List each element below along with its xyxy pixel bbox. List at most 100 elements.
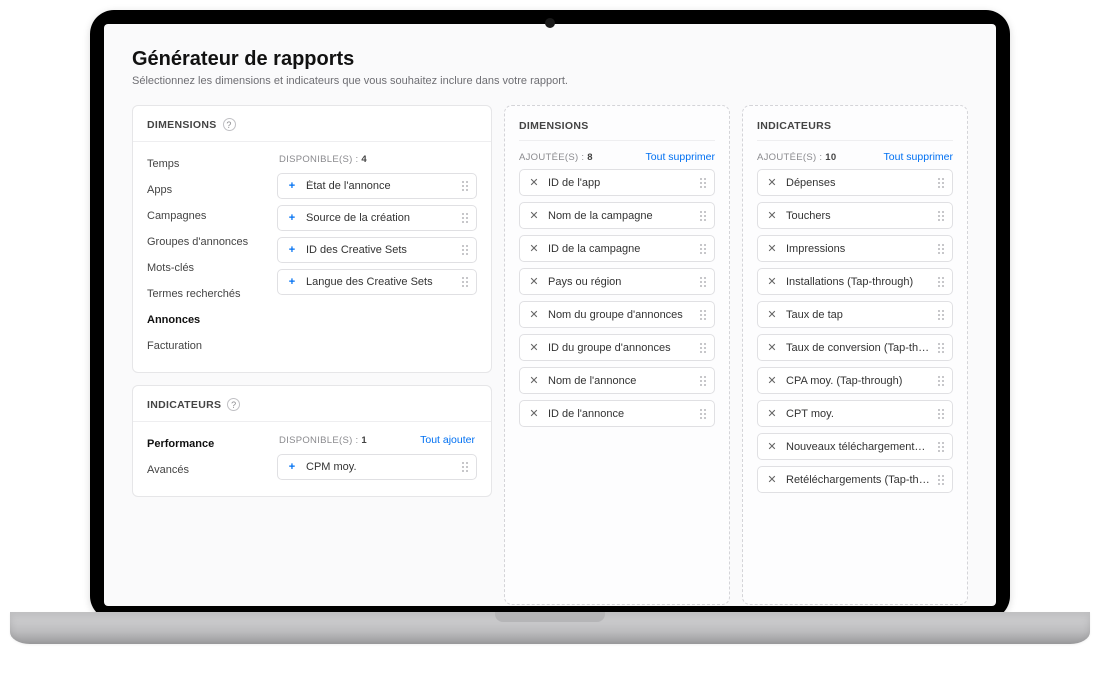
drag-handle-icon[interactable] <box>938 475 944 485</box>
indicators-category-list: PerformanceAvancés <box>147 432 267 482</box>
close-icon[interactable]: ✕ <box>766 176 778 189</box>
added-dimension-chip[interactable]: ✕ Pays ou région <box>519 268 715 295</box>
indicators-drop-title: INDICATEURS <box>757 116 953 141</box>
dimension-category-item[interactable]: Apps <box>147 178 267 202</box>
drag-handle-icon[interactable] <box>938 178 944 188</box>
drag-handle-icon[interactable] <box>938 244 944 254</box>
drag-handle-icon[interactable] <box>700 409 706 419</box>
close-icon[interactable]: ✕ <box>766 209 778 222</box>
chip-label: CPA moy. (Tap-through) <box>786 375 930 387</box>
remove-all-indicators-link[interactable]: Tout supprimer <box>884 151 953 163</box>
dimension-category-item[interactable]: Groupes d'annonces <box>147 230 267 254</box>
close-icon[interactable]: ✕ <box>528 341 540 354</box>
added-indicator-chip[interactable]: ✕Taux de tap <box>757 301 953 328</box>
available-dimension-chip[interactable]: +Langue des Creative Sets <box>277 269 477 295</box>
added-dimension-chip[interactable]: ✕ID de l'app <box>519 169 715 196</box>
main-columns: DIMENSIONS ? TempsAppsCampagnesGroupes d… <box>132 105 968 605</box>
drag-handle-icon[interactable] <box>700 244 706 254</box>
drag-handle-icon[interactable] <box>938 442 944 452</box>
drag-handle-icon[interactable] <box>462 181 468 191</box>
indicators-panel: INDICATEURS ? PerformanceAvancés DISPONI… <box>132 385 492 497</box>
chip-label: CPT moy. <box>786 408 930 420</box>
laptop-mockup: Générateur de rapports Sélectionnez les … <box>0 0 1100 700</box>
dimensions-drop-zone[interactable]: DIMENSIONS AJOUTÉE(S) : 8 Tout supprimer… <box>504 105 730 605</box>
close-icon[interactable]: ✕ <box>528 308 540 321</box>
chip-label: Pays ou région <box>548 276 692 288</box>
help-icon[interactable]: ? <box>227 398 240 411</box>
added-indicator-chip[interactable]: ✕Touchers <box>757 202 953 229</box>
drag-handle-icon[interactable] <box>462 277 468 287</box>
drag-handle-icon[interactable] <box>462 462 468 472</box>
added-dimension-chip[interactable]: ✕ Nom de la campagne <box>519 202 715 229</box>
drag-handle-icon[interactable] <box>700 310 706 320</box>
drag-handle-icon[interactable] <box>938 409 944 419</box>
close-icon[interactable]: ✕ <box>528 275 540 288</box>
dimension-category-item[interactable]: Annonces <box>147 308 267 332</box>
drag-handle-icon[interactable] <box>462 245 468 255</box>
drag-handle-icon[interactable] <box>700 178 706 188</box>
indicators-added-label: AJOUTÉE(S) : 10 <box>757 152 836 163</box>
close-icon[interactable]: ✕ <box>528 374 540 387</box>
added-dimension-chip[interactable]: ✕Nom de l'annonce <box>519 367 715 394</box>
close-icon[interactable]: ✕ <box>528 176 540 189</box>
close-icon[interactable]: ✕ <box>528 407 540 420</box>
close-icon[interactable]: ✕ <box>766 440 778 453</box>
drag-handle-icon[interactable] <box>700 343 706 353</box>
chip-label: Taux de conversion (Tap-through) <box>786 342 930 354</box>
added-dimension-chip[interactable]: ✕ID du groupe d'annonces <box>519 334 715 361</box>
dimension-category-item[interactable]: Campagnes <box>147 204 267 228</box>
drag-handle-icon[interactable] <box>938 310 944 320</box>
indicators-drop-zone[interactable]: INDICATEURS AJOUTÉE(S) : 10 Tout supprim… <box>742 105 968 605</box>
drag-handle-icon[interactable] <box>462 213 468 223</box>
dimension-category-item[interactable]: Mots-clés <box>147 256 267 280</box>
app-screen: Générateur de rapports Sélectionnez les … <box>104 24 996 606</box>
chip-label: Impressions <box>786 243 930 255</box>
drag-handle-icon[interactable] <box>938 277 944 287</box>
added-dimension-chip[interactable]: ✕ID de l'annonce <box>519 400 715 427</box>
dimension-category-item[interactable]: Termes recherchés <box>147 282 267 306</box>
camera-dot <box>545 18 555 28</box>
chip-label: Nom de la campagne <box>548 210 692 222</box>
close-icon[interactable]: ✕ <box>766 341 778 354</box>
indicator-category-item[interactable]: Avancés <box>147 458 267 482</box>
close-icon[interactable]: ✕ <box>766 473 778 486</box>
added-indicator-chip[interactable]: ✕ Taux de conversion (Tap-through) <box>757 334 953 361</box>
available-dimension-chip[interactable]: +ID des Creative Sets <box>277 237 477 263</box>
added-dimension-chip[interactable]: ✕ID de la campagne <box>519 235 715 262</box>
close-icon[interactable]: ✕ <box>766 308 778 321</box>
laptop-base <box>10 612 1090 644</box>
added-indicator-chip[interactable]: ✕Nouveaux téléchargements (Tap-thro... <box>757 433 953 460</box>
dimensions-panel-title: DIMENSIONS <box>147 119 217 131</box>
add-all-link[interactable]: Tout ajouter <box>420 434 475 446</box>
indicator-category-item[interactable]: Performance <box>147 432 267 456</box>
close-icon[interactable]: ✕ <box>528 209 540 222</box>
chip-label: Langue des Creative Sets <box>306 276 454 288</box>
available-dimension-chip[interactable]: +Source de la création <box>277 205 477 231</box>
added-indicator-chip[interactable]: ✕ CPA moy. (Tap-through) <box>757 367 953 394</box>
added-indicator-chip[interactable]: ✕ Impressions <box>757 235 953 262</box>
added-indicator-chip[interactable]: ✕ CPT moy. <box>757 400 953 427</box>
available-dimension-chip[interactable]: +État de l'annonce <box>277 173 477 199</box>
close-icon[interactable]: ✕ <box>528 242 540 255</box>
drag-handle-icon[interactable] <box>938 376 944 386</box>
dimension-category-item[interactable]: Facturation <box>147 334 267 358</box>
drag-handle-icon[interactable] <box>938 211 944 221</box>
close-icon[interactable]: ✕ <box>766 242 778 255</box>
added-indicator-chip[interactable]: ✕Installations (Tap-through) <box>757 268 953 295</box>
close-icon[interactable]: ✕ <box>766 374 778 387</box>
laptop-base-notch <box>495 612 605 622</box>
available-indicator-chip[interactable]: +CPM moy. <box>277 454 477 480</box>
added-dimension-chip[interactable]: ✕Nom du groupe d'annonces <box>519 301 715 328</box>
drag-handle-icon[interactable] <box>700 277 706 287</box>
remove-all-dimensions-link[interactable]: Tout supprimer <box>646 151 715 163</box>
dimension-category-item[interactable]: Temps <box>147 152 267 176</box>
help-icon[interactable]: ? <box>223 118 236 131</box>
close-icon[interactable]: ✕ <box>766 407 778 420</box>
drag-handle-icon[interactable] <box>700 376 706 386</box>
close-icon[interactable]: ✕ <box>766 275 778 288</box>
chip-label: Dépenses <box>786 177 930 189</box>
drag-handle-icon[interactable] <box>700 211 706 221</box>
drag-handle-icon[interactable] <box>938 343 944 353</box>
added-indicator-chip[interactable]: ✕ Dépenses <box>757 169 953 196</box>
added-indicator-chip[interactable]: ✕Retéléchargements (Tap-through) <box>757 466 953 493</box>
